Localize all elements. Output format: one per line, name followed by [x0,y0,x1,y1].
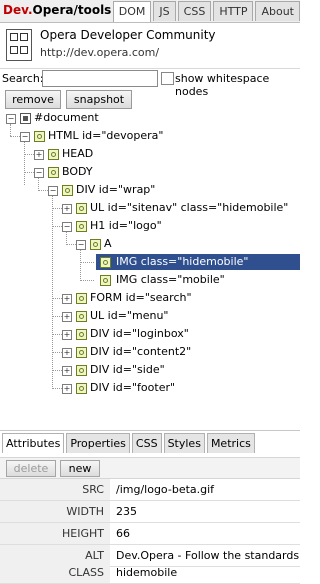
tab-properties[interactable]: Properties [66,433,130,453]
collapse-icon[interactable]: − [34,168,44,178]
search-input[interactable] [42,70,158,87]
attribute-name: SRC [0,479,110,500]
collapse-icon[interactable]: − [48,186,58,196]
tab-metrics[interactable]: Metrics [206,433,255,453]
tab-js[interactable]: JS [153,1,176,21]
attribute-name: WIDTH [0,501,110,522]
remove-button[interactable]: remove [5,90,61,109]
action-row: remove snapshot [0,90,300,110]
tree-node-ul-sitenav[interactable]: + UL id="sitenav" class="hidemobile" [60,200,294,216]
collapse-icon[interactable]: − [20,132,30,142]
tree-node-div-content2[interactable]: + DIV id="content2" [60,344,294,360]
element-icon [90,239,101,250]
tab-about[interactable]: About [255,1,300,21]
attribute-name: HEIGHT [0,523,110,544]
element-icon [76,365,87,376]
expand-icon[interactable]: + [62,204,72,214]
top-tabs: DOM JS CSS HTTP About [111,1,300,22]
attribute-row-height[interactable]: HEIGHT 66 [0,523,300,545]
page-url: http://dev.opera.com/ [40,46,160,59]
element-icon [76,203,87,214]
attribute-actions: delete new [0,457,300,479]
attribute-row-src[interactable]: SRC /img/logo-beta.gif [0,479,300,501]
tab-css[interactable]: CSS [177,1,212,21]
attribute-value[interactable]: /img/logo-beta.gif [110,479,300,500]
expand-icon[interactable]: + [62,294,72,304]
dom-tree: − #document − HTML id="devopera" + HEAD … [0,110,300,430]
tree-node-html[interactable]: − HTML id="devopera" [18,128,294,144]
element-icon [34,131,45,142]
element-icon [76,329,87,340]
expand-icon[interactable]: + [62,384,72,394]
attribute-value[interactable]: hidemobile [110,562,300,583]
element-icon [100,257,111,268]
element-icon [100,275,111,286]
attribute-value[interactable]: 235 [110,501,300,522]
attribute-row-class[interactable]: CLASS hidemobile [0,562,300,584]
tree-node-ul-menu[interactable]: + UL id="menu" [60,308,294,324]
attribute-value[interactable]: 66 [110,523,300,544]
search-row: Search: show whitespace nodes [0,69,300,98]
expand-icon[interactable]: + [62,330,72,340]
tab-dom[interactable]: DOM [112,1,152,22]
element-icon [48,167,59,178]
tab-http[interactable]: HTTP [213,1,254,21]
tree-node-document[interactable]: − #document [4,110,294,126]
element-icon [76,293,87,304]
tree-node-a[interactable]: − A [74,236,294,252]
search-label: Search: [2,72,44,85]
expand-icon[interactable]: + [34,150,44,160]
tree-node-form-search[interactable]: + FORM id="search" [60,290,294,306]
element-icon [76,311,87,322]
attribute-name: CLASS [0,562,110,583]
element-icon [62,185,73,196]
tree-node-div-footer[interactable]: + DIV id="footer" [60,380,294,396]
tab-attributes[interactable]: Attributes [2,433,65,453]
collapse-icon[interactable]: − [76,240,86,250]
whitespace-checkbox[interactable] [161,72,174,85]
tree-node-img-hidemobile[interactable]: IMG class="hidemobile" [96,254,300,270]
tree-node-div-wrap[interactable]: − DIV id="wrap" [46,182,294,198]
element-icon [76,221,87,232]
tree-node-head[interactable]: + HEAD [32,146,294,162]
tab-inspector-css[interactable]: CSS [131,433,162,453]
title-text: Opera/tools [32,3,112,17]
tree-node-div-side[interactable]: + DIV id="side" [60,362,294,378]
expand-icon[interactable]: + [62,366,72,376]
element-icon [76,383,87,394]
page-icon [6,29,32,61]
inspector-tabs: Attributes Properties CSS Styles Metrics [0,433,255,453]
tree-node-div-loginbox[interactable]: + DIV id="loginbox" [60,326,294,342]
app-title: Dev.Opera/tools [3,3,111,17]
tree-node-img-mobile[interactable]: IMG class="mobile" [96,272,294,288]
tree-node-h1-logo[interactable]: − H1 id="logo" [60,218,294,234]
snapshot-button[interactable]: snapshot [66,90,132,109]
inspector-panel: Attributes Properties CSS Styles Metrics… [0,430,300,584]
tree-node-body[interactable]: − BODY [32,164,294,180]
element-icon [48,149,59,160]
element-icon [76,347,87,358]
page-header: Opera Developer Community http://dev.ope… [0,23,300,69]
document-icon [20,113,31,124]
collapse-icon[interactable]: − [6,114,16,124]
delete-button[interactable]: delete [6,460,56,477]
expand-icon[interactable]: + [62,348,72,358]
title-bar: Dev.Opera/tools DOM JS CSS HTTP About [0,0,300,23]
collapse-icon[interactable]: − [62,222,72,232]
tab-styles[interactable]: Styles [163,433,205,453]
new-button[interactable]: new [60,460,100,477]
brand-text: Dev. [3,3,33,17]
attribute-row-width[interactable]: WIDTH 235 [0,501,300,523]
page-title: Opera Developer Community [40,28,216,42]
expand-icon[interactable]: + [62,312,72,322]
